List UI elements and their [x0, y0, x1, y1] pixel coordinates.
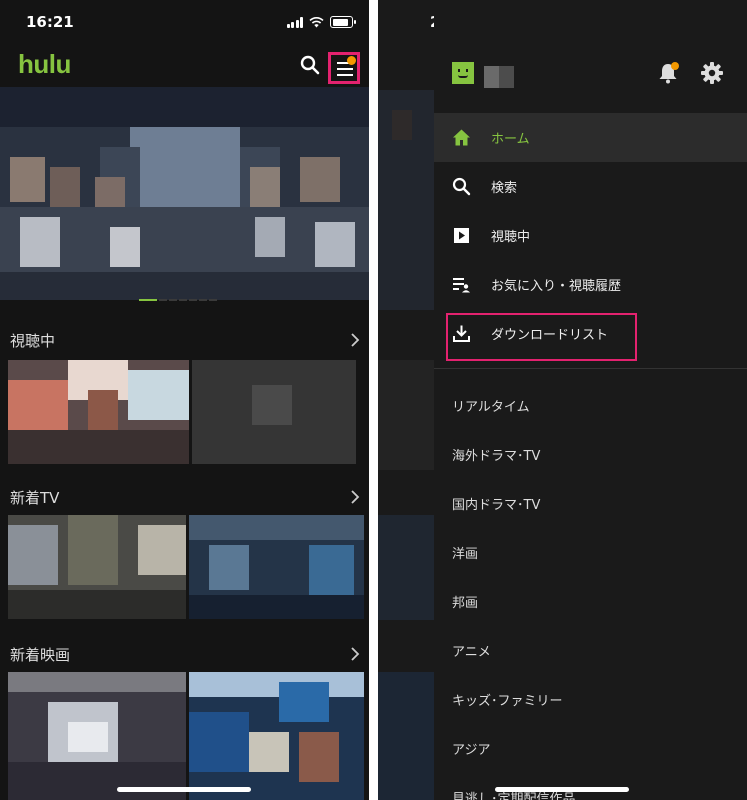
thumbnail[interactable]: [8, 672, 186, 800]
category-western-movies[interactable]: 洋画: [452, 543, 478, 562]
category-kids-family[interactable]: キッズ･ファミリー: [452, 690, 563, 709]
status-time: 16:21: [26, 13, 74, 31]
menu-item-home[interactable]: ホーム: [434, 113, 747, 162]
bell-icon[interactable]: [656, 61, 680, 85]
thumbnail[interactable]: [189, 515, 364, 619]
section-title-watching[interactable]: 視聴中: [10, 330, 55, 351]
chevron-right-icon[interactable]: [348, 647, 362, 661]
home-icon: [453, 129, 470, 146]
category-asia[interactable]: アジア: [452, 739, 490, 758]
section-title-new-tv[interactable]: 新着TV: [10, 487, 59, 508]
profile-name[interactable]: [484, 66, 514, 88]
category-foreign-drama[interactable]: 海外ドラマ･TV: [452, 445, 540, 464]
hulu-logo: hulu: [18, 49, 71, 79]
menu-item-search[interactable]: 検索: [434, 162, 747, 211]
thumbnail[interactable]: [189, 672, 364, 800]
menu-item-watching[interactable]: 視聴中: [434, 211, 747, 260]
divider: [434, 368, 747, 369]
category-japanese-movies[interactable]: 邦画: [452, 592, 478, 611]
chevron-right-icon[interactable]: [348, 333, 362, 347]
side-menu-drawer: ホーム 検索 視聴中 お気に入り・視聴履歴 ダウンロードリスト リアルタイム 海…: [434, 0, 747, 800]
menu-item-favorites-history[interactable]: お気に入り・視聴履歴: [434, 260, 747, 309]
home-screen: 16:21 hulu 視聴中 新着TV 新着映画: [0, 0, 369, 800]
signal-icon: [286, 16, 303, 28]
profile-avatar-icon[interactable]: [452, 62, 474, 84]
highlight-box: [446, 313, 637, 361]
category-anime[interactable]: アニメ: [452, 641, 491, 660]
dimmed-background[interactable]: [378, 0, 434, 800]
thumbnail[interactable]: [192, 360, 356, 464]
chevron-right-icon[interactable]: [348, 490, 362, 504]
home-indicator[interactable]: [117, 787, 251, 792]
wifi-icon: [309, 16, 324, 27]
menu-screen: 2: [378, 0, 747, 800]
search-icon[interactable]: [299, 54, 321, 76]
section-title-new-movies[interactable]: 新着映画: [10, 644, 70, 665]
play-icon: [454, 228, 469, 243]
notification-dot: [671, 62, 679, 70]
menu-button[interactable]: [328, 52, 360, 84]
favorites-list-icon: [453, 278, 470, 293]
category-domestic-drama[interactable]: 国内ドラマ･TV: [452, 494, 540, 513]
status-bar: 16:21: [0, 0, 369, 44]
thumbnail[interactable]: [8, 515, 186, 619]
search-icon: [452, 177, 471, 196]
battery-icon: [330, 16, 356, 28]
thumbnail[interactable]: [8, 360, 189, 464]
carousel-indicator: [139, 299, 217, 301]
hero-banner[interactable]: [0, 87, 369, 300]
gear-icon[interactable]: [700, 61, 724, 85]
home-indicator[interactable]: [495, 787, 629, 792]
notification-dot: [347, 56, 356, 65]
category-realtime[interactable]: リアルタイム: [452, 396, 530, 415]
